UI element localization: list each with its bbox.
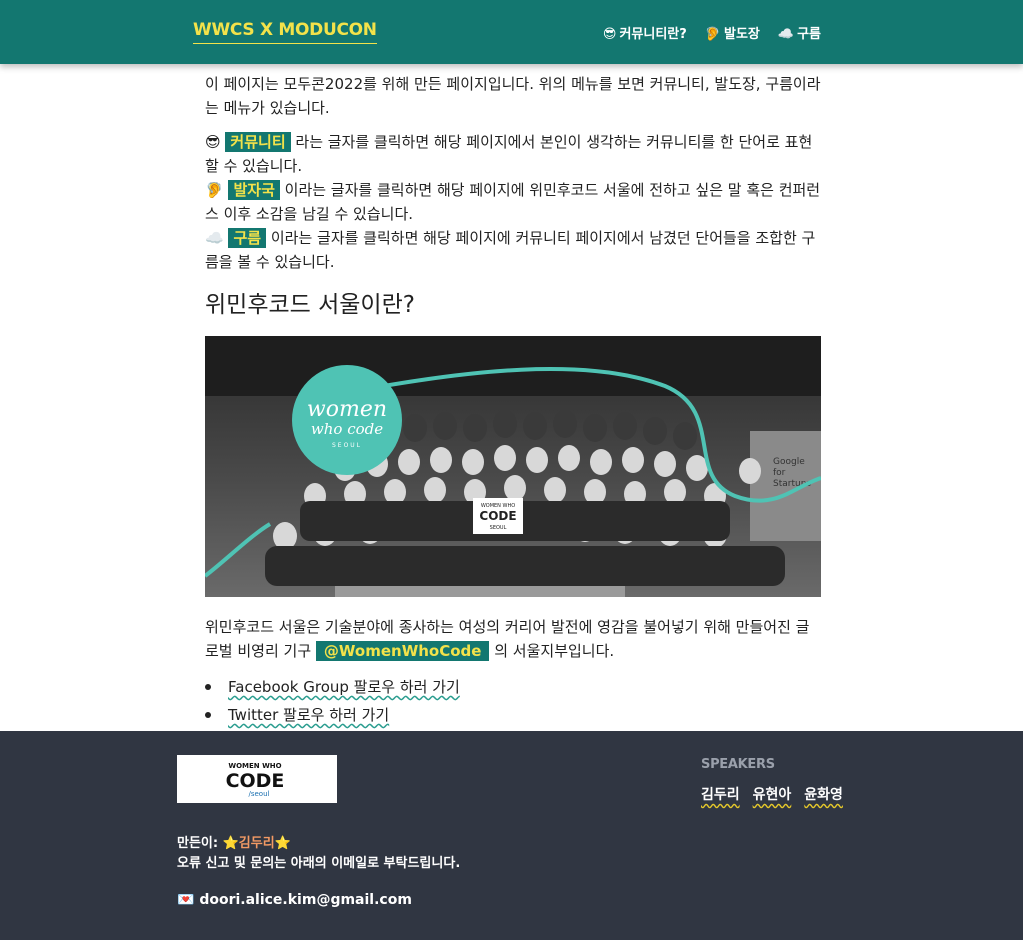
feature-tag-community[interactable]: 커뮤니티: [225, 132, 291, 152]
sunglasses-icon: 😎: [205, 133, 221, 151]
brand-link[interactable]: WWCS X MODUCON: [193, 20, 377, 44]
contact-notice: 오류 신고 및 문의는 아래의 이메일로 부탁드립니다.: [177, 856, 461, 871]
feature-text: 이라는 글자를 클릭하면 해당 페이지에 커뮤니티 페이지에서 남겼던 단어들을…: [205, 229, 816, 271]
speakers-list: 김두리 유현아 윤화영: [701, 784, 843, 804]
group-photo: WOMEN WHO CODE SEOUL Google for Startups…: [205, 336, 821, 597]
feature-community: 😎 커뮤니티 라는 글자를 클릭하면 해당 페이지에서 본인이 생각하는 커뮤니…: [205, 132, 812, 175]
ear-icon: 🦻: [704, 27, 721, 42]
logo-text: WOMEN WHO: [228, 762, 281, 770]
nav-item-label: 구름: [797, 27, 821, 42]
section-title: 위민후코드 서울이란?: [205, 292, 415, 318]
logo-text: /seoul: [249, 790, 270, 798]
speakers-title: SPEAKERS: [701, 757, 775, 772]
cloud-icon: ☁️: [777, 27, 795, 42]
sign-text: SEOUL: [490, 525, 507, 531]
speaker-link[interactable]: 윤화영: [804, 784, 843, 804]
ear-icon: 🦻: [205, 181, 224, 199]
nav-item-footprint[interactable]: 🦻 발도장: [705, 23, 760, 42]
nav-item-label: 발도장: [724, 27, 760, 42]
love-letter-icon: 💌: [177, 892, 195, 908]
feature-tag-footprint[interactable]: 발자국: [228, 180, 280, 200]
social-links-list: Facebook Group 팔로우 하러 가기 Twitter 팔로우 하러 …: [205, 673, 821, 729]
facebook-group-link[interactable]: Facebook Group 팔로우 하러 가기: [228, 678, 460, 696]
speaker-link[interactable]: 김두리: [701, 784, 740, 804]
nav-item-cloud[interactable]: ☁️ 구름: [778, 23, 821, 42]
sign-text: CODE: [479, 509, 516, 523]
wwc-logo: WOMEN WHO CODE /seoul: [177, 755, 337, 803]
cloud-icon: ☁️: [205, 229, 224, 247]
contact-email: 💌 doori.alice.kim@gmail.com: [177, 892, 412, 908]
list-item: Twitter 팔로우 하러 가기: [205, 701, 821, 729]
badge-text: women: [307, 397, 387, 422]
google-sign-text: for: [773, 468, 786, 478]
maker-label: 만든이:: [177, 836, 223, 851]
nav-menu: 😎 커뮤니티란? 🦻 발도장 ☁️ 구름: [603, 23, 821, 42]
twitter-link[interactable]: Twitter 팔로우 하러 가기: [228, 706, 389, 724]
badge-text: SEOUL: [332, 442, 362, 449]
email-address[interactable]: doori.alice.kim@gmail.com: [199, 892, 412, 908]
features-paragraph: 😎 커뮤니티 라는 글자를 클릭하면 해당 페이지에서 본인이 생각하는 커뮤니…: [205, 130, 821, 274]
nav-item-community[interactable]: 😎 커뮤니티란?: [603, 23, 687, 42]
footer: WOMEN WHO CODE /seoul SPEAKERS 김두리 유현아 윤…: [0, 731, 1023, 940]
star-icon: ⭐: [222, 836, 239, 851]
badge-text: who code: [311, 420, 383, 438]
sunglasses-icon: 😎: [602, 27, 617, 42]
star-icon: ⭐: [274, 836, 291, 851]
feature-footprint: 🦻 발자국 이라는 글자를 클릭하면 해당 페이지에 위민후코드 서울에 전하고…: [205, 180, 820, 223]
speaker-link[interactable]: 유현아: [753, 784, 792, 804]
nav-item-label: 커뮤니티란?: [619, 27, 687, 42]
feature-cloud: ☁️ 구름 이라는 글자를 클릭하면 해당 페이지에 커뮤니티 페이지에서 남겼…: [205, 228, 815, 271]
maker-name: 김두리: [238, 836, 275, 851]
top-navbar: WWCS X MODUCON 😎 커뮤니티란? 🦻 발도장 ☁️ 구름: [0, 0, 1023, 64]
main-content: 이 페이지는 모두콘2022를 위해 만든 페이지입니다. 위의 메뉴를 보면 …: [205, 72, 821, 729]
description-text: 의 서울지부입니다.: [489, 642, 615, 660]
logo-text: CODE: [226, 770, 285, 792]
feature-tag-cloud[interactable]: 구름: [228, 228, 267, 248]
womenwhocode-link[interactable]: @WomenWhoCode: [315, 641, 490, 661]
intro-paragraph: 이 페이지는 모두콘2022를 위해 만든 페이지입니다. 위의 메뉴를 보면 …: [205, 75, 821, 117]
list-item: Facebook Group 팔로우 하러 가기: [205, 673, 821, 701]
feature-text: 라는 글자를 클릭하면 해당 페이지에서 본인이 생각하는 커뮤니티를 한 단어…: [205, 133, 813, 175]
google-sign-text: Google: [773, 457, 805, 467]
description-paragraph: 위민후코드 서울은 기술분야에 종사하는 여성의 커리어 발전에 영감을 불어넣…: [205, 615, 821, 663]
maker-credit: 만든이: ⭐김두리⭐: [177, 832, 291, 851]
feature-text: 이라는 글자를 클릭하면 해당 페이지에 위민후코드 서울에 전하고 싶은 말 …: [205, 181, 821, 223]
